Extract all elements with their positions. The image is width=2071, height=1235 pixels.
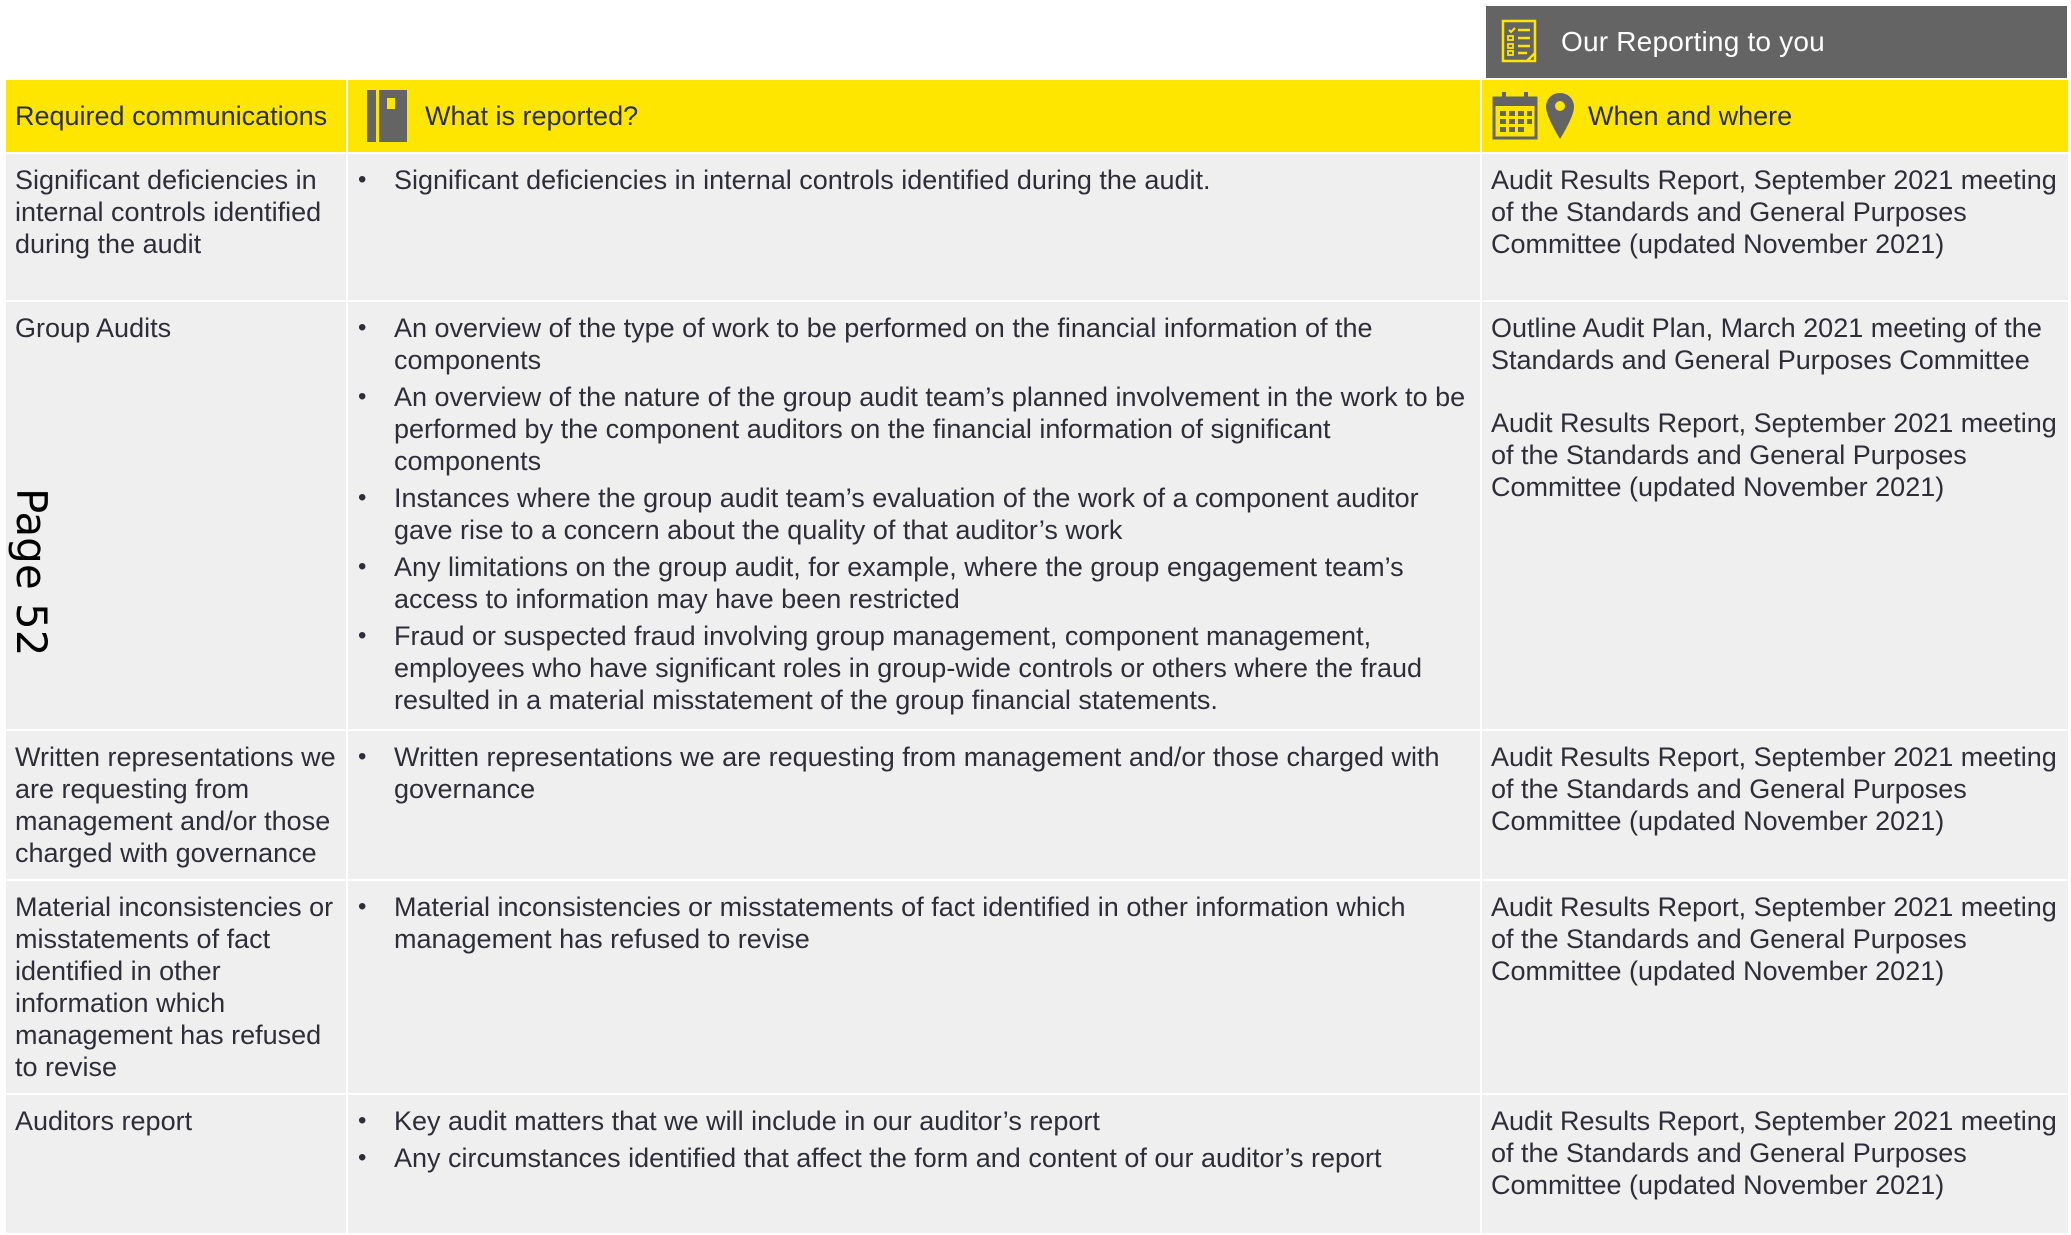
communication-cell: Auditors report [6,1094,348,1235]
reported-list: Written representations we are requestin… [348,731,1480,818]
when-text: Audit Results Report, September 2021 mee… [1491,1106,2057,1200]
list-item: Any limitations on the group audit, for … [348,551,1472,615]
reported-list: Material inconsistencies or misstatement… [348,881,1480,968]
list-item: An overview of the type of work to be pe… [348,312,1472,376]
communications-table: Required communications What is reported… [6,80,2070,1235]
when-cell: Audit Results Report, September 2021 mee… [1481,153,2070,302]
list-item: Fraud or suspected fraud involving group… [348,620,1472,716]
list-item: An overview of the nature of the group a… [348,381,1472,477]
reported-list: Significant deficiencies in internal con… [348,154,1480,209]
table-row: Written representations we are requestin… [6,730,2070,881]
table-header-row: Required communications What is reported… [6,80,2070,154]
when-text: Audit Results Report, September 2021 mee… [1491,408,2057,502]
list-item: Any circumstances identified that affect… [348,1142,1472,1174]
reporting-banner: Our Reporting to you [1486,6,2067,78]
when-text: Audit Results Report, September 2021 mee… [1491,892,2057,986]
reported-cell: Key audit matters that we will include i… [347,1094,1482,1235]
when-cell: Outline Audit Plan, March 2021 meeting o… [1481,301,2070,731]
communication-cell: Group Audits [6,301,348,731]
communication-cell: Written representations we are requestin… [6,730,348,881]
table-row: Significant deficiencies in internal con… [6,153,2070,302]
report-list-icon [1501,19,1537,63]
table-row: Material inconsistencies or misstatement… [6,880,2070,1095]
header-what-is-reported: What is reported? [347,80,1482,154]
reported-list: An overview of the type of work to be pe… [348,302,1480,729]
location-pin-icon [1546,93,1574,139]
reported-list: Key audit matters that we will include i… [348,1095,1480,1187]
banner-title: Our Reporting to you [1561,26,1825,57]
header-label: Required communications [15,101,328,131]
reported-cell: An overview of the type of work to be pe… [347,301,1482,731]
list-item: Written representations we are requestin… [348,741,1472,805]
list-item: Key audit matters that we will include i… [348,1105,1472,1137]
list-item: Significant deficiencies in internal con… [348,164,1472,196]
communication-cell: Significant deficiencies in internal con… [6,153,348,302]
list-item: Instances where the group audit team’s e… [348,482,1472,546]
when-cell: Audit Results Report, September 2021 mee… [1481,880,2070,1095]
page-number-label: Page 52 [7,488,56,657]
when-text: Outline Audit Plan, March 2021 meeting o… [1491,313,2042,375]
reported-cell: Written representations we are requestin… [347,730,1482,881]
when-cell: Audit Results Report, September 2021 mee… [1481,730,2070,881]
header-when-and-where: When and where [1481,80,2070,154]
header-required-communications: Required communications [6,80,348,154]
table-row: Group Audits An overview of the type of … [6,301,2070,731]
when-text: Audit Results Report, September 2021 mee… [1491,742,2057,836]
communication-cell: Material inconsistencies or misstatement… [6,880,348,1095]
reported-cell: Significant deficiencies in internal con… [347,153,1482,302]
notebook-icon [367,90,407,142]
list-item: Material inconsistencies or misstatement… [348,891,1472,955]
header-label: When and where [1588,101,1793,131]
when-cell: Audit Results Report, September 2021 mee… [1481,1094,2070,1235]
header-label: What is reported? [425,101,639,131]
table-row: Auditors report Key audit matters that w… [6,1094,2070,1235]
when-text: Audit Results Report, September 2021 mee… [1491,165,2057,259]
calendar-icon [1492,92,1538,140]
reported-cell: Material inconsistencies or misstatement… [347,880,1482,1095]
